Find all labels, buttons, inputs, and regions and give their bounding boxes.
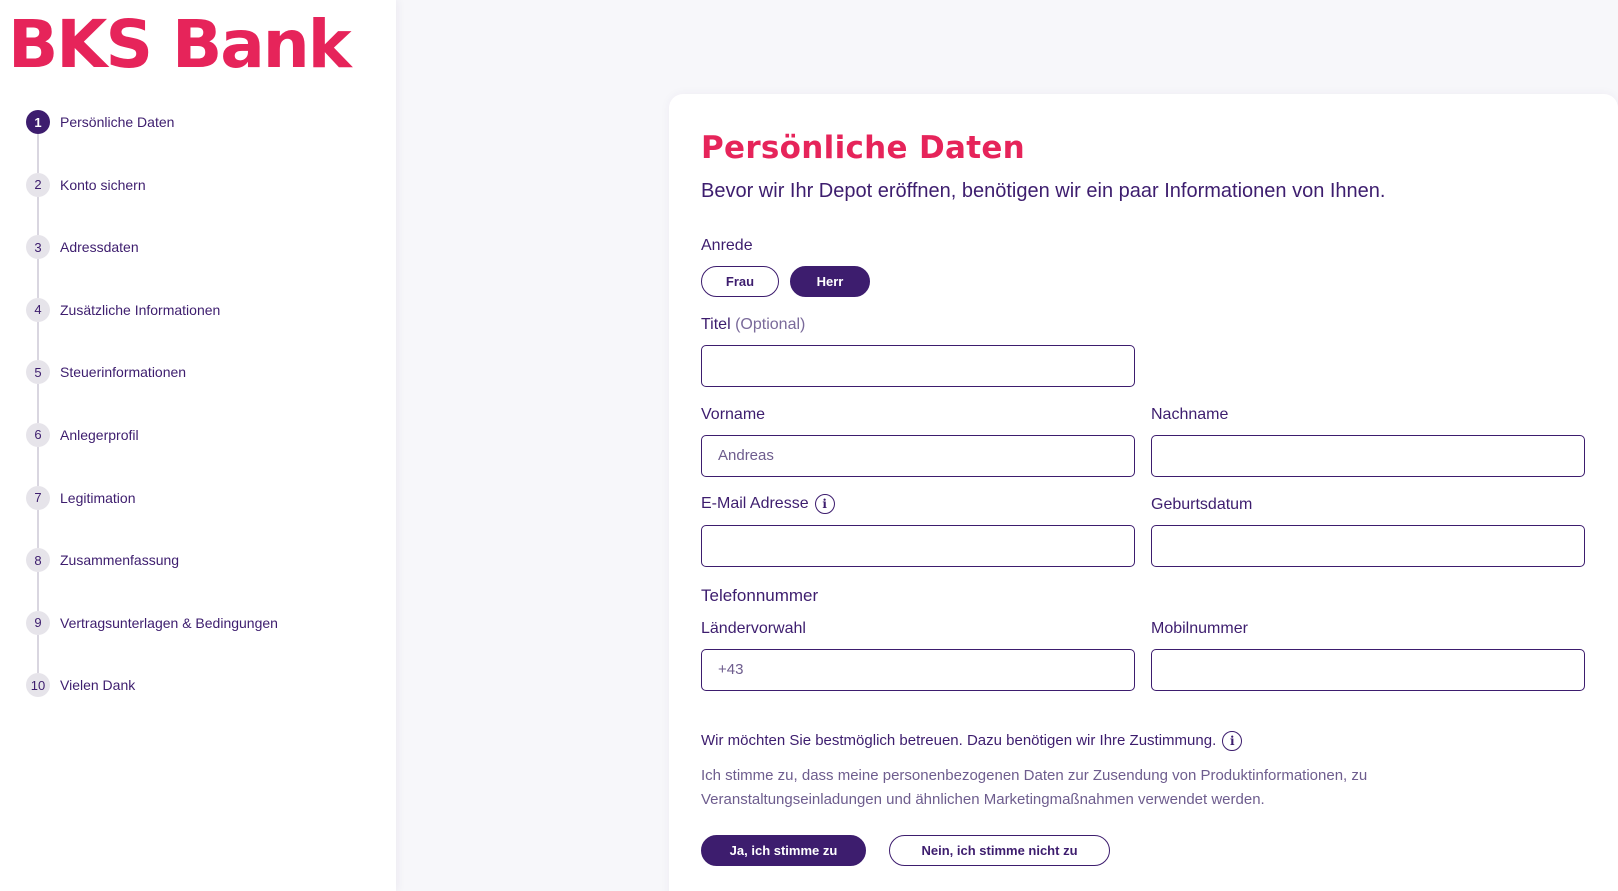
step-label: Legitimation (60, 489, 136, 506)
info-icon[interactable]: i (1222, 731, 1243, 752)
step-number: 8 (26, 548, 50, 573)
anrede-frau-button[interactable]: Frau (701, 266, 779, 297)
step-10[interactable]: 10 Vielen Dank (26, 673, 278, 736)
anrede-label: Anrede (701, 237, 753, 254)
step-5[interactable]: 5 Steuerinformationen (26, 360, 278, 423)
consent-question-text: Wir möchten Sie bestmöglich betreuen. Da… (701, 732, 1217, 749)
step-label: Konto sichern (60, 176, 146, 193)
nachname-input[interactable] (1151, 435, 1585, 477)
page-subtitle: Bevor wir Ihr Depot eröffnen, benötigen … (701, 180, 1386, 202)
step-6[interactable]: 6 Anlegerprofil (26, 422, 278, 486)
step-connector (37, 509, 39, 549)
step-label: Persönliche Daten (60, 114, 175, 130)
step-number: 6 (26, 422, 50, 447)
step-label: Adressdaten (60, 239, 139, 256)
step-label: Zusätzliche Informationen (60, 301, 221, 318)
step-connector (37, 572, 39, 611)
step-connector (37, 321, 39, 361)
step-number: 1 (26, 110, 50, 134)
step-label: Steuerinformationen (60, 364, 187, 381)
step-8[interactable]: 8 Zusammenfassung (26, 548, 278, 611)
consent-text: Ich stimme zu, dass meine personenbezoge… (701, 767, 1368, 808)
step-connector (37, 446, 39, 486)
email-label: E-Mail Adresse i (701, 494, 835, 514)
step-connector (37, 634, 39, 674)
progress-steps: 1 Persönliche Daten 2 Konto sichern 3 Ad… (26, 110, 278, 736)
geburtsdatum-input[interactable] (1151, 525, 1585, 567)
step-number: 7 (26, 485, 50, 510)
step-3[interactable]: 3 Adressdaten (26, 235, 278, 298)
vorwahl-label: Ländervorwahl (701, 620, 806, 637)
step-connector (37, 196, 39, 236)
vorwahl-input[interactable]: +43 (701, 649, 1135, 691)
titel-optional-text: (Optional) (735, 316, 806, 333)
step-number: 2 (26, 172, 50, 197)
step-number: 3 (26, 235, 50, 260)
info-icon[interactable]: i (814, 494, 835, 514)
step-4[interactable]: 4 Zusätzliche Informationen (26, 297, 278, 361)
step-label: Anlegerprofil (60, 426, 139, 443)
telefon-heading: Telefonnummer (701, 586, 819, 605)
step-label: Vertragsunterlagen & Bedingungen (60, 614, 278, 631)
mobil-input[interactable] (1151, 649, 1585, 691)
consent-accept-button[interactable]: Ja, ich stimme zu (701, 835, 866, 866)
vorname-label: Vorname (701, 406, 766, 423)
consent-question: Wir möchten Sie bestmöglich betreuen. Da… (701, 731, 1243, 752)
email-input[interactable] (701, 525, 1135, 567)
step-connector (37, 134, 39, 173)
mobil-label: Mobilnummer (1151, 620, 1248, 637)
anrede-herr-button[interactable]: Herr (790, 266, 870, 297)
step-label: Zusammenfassung (60, 552, 180, 569)
vorname-input[interactable]: Andreas (701, 435, 1135, 477)
titel-input[interactable] (701, 345, 1135, 387)
nachname-label: Nachname (1151, 406, 1229, 423)
step-2[interactable]: 2 Konto sichern (26, 172, 278, 236)
step-number: 4 (26, 297, 50, 322)
step-connector (37, 384, 39, 423)
titel-label: Titel (Optional) (701, 315, 805, 335)
step-label: Vielen Dank (60, 677, 136, 694)
titel-label-text: Titel (701, 316, 731, 333)
step-number: 10 (26, 673, 50, 698)
consent-decline-button[interactable]: Nein, ich stimme nicht zu (889, 835, 1110, 866)
step-number: 9 (26, 610, 50, 635)
step-7[interactable]: 7 Legitimation (26, 485, 278, 549)
step-connector (37, 259, 39, 298)
step-number: 5 (26, 360, 50, 385)
bks-bank-logo[interactable]: BKS Bank (8, 8, 352, 82)
geburtsdatum-label: Geburtsdatum (1151, 496, 1253, 513)
step-1[interactable]: 1 Persönliche Daten (26, 110, 278, 173)
page-title: Persönliche Daten (701, 130, 1026, 166)
email-label-text: E-Mail Adresse (701, 495, 809, 513)
sidebar: BKS Bank 1 Persönliche Daten 2 Konto sic… (0, 0, 396, 891)
step-9[interactable]: 9 Vertragsunterlagen & Bedingungen (26, 610, 278, 674)
